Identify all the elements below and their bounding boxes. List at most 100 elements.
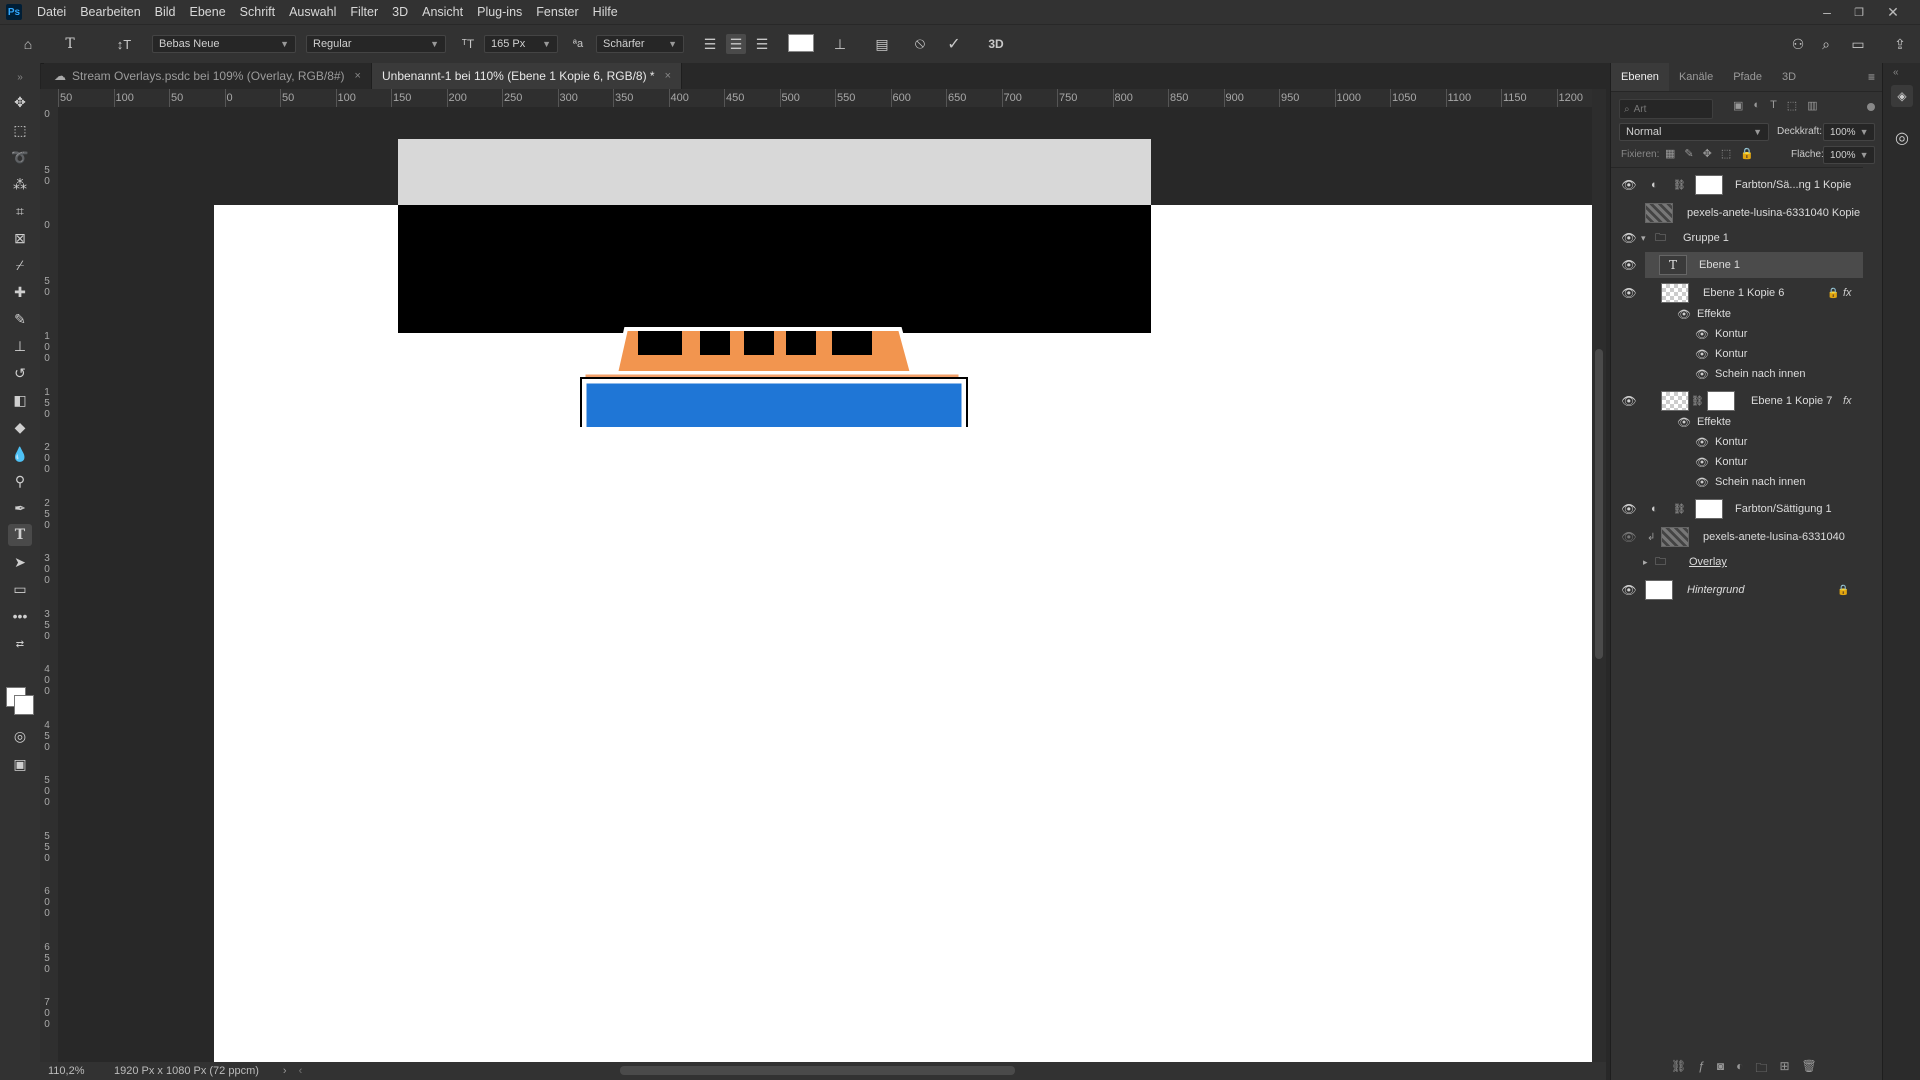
brush-tool-icon[interactable]: ✎ — [8, 308, 32, 330]
filter-adjustment-icon[interactable]: ◐ — [1753, 99, 1760, 112]
effect-row[interactable]: 👁 Kontur — [1611, 324, 1863, 344]
new-layer-icon[interactable]: ⊞ — [1779, 1059, 1789, 1080]
visibility-eye-icon[interactable]: 👁 — [1621, 258, 1637, 272]
layer-group-row[interactable]: 👁 ▾ 🗀 Gruppe 1 — [1611, 226, 1863, 250]
filter-smartobject-icon[interactable]: ▥ — [1807, 99, 1817, 112]
opacity-input[interactable]: 100% ▼ — [1823, 123, 1875, 141]
tab-ebenen[interactable]: Ebenen — [1611, 63, 1669, 91]
delete-layer-icon[interactable]: 🗑 — [1802, 1059, 1817, 1080]
chevron-down-icon[interactable]: ▾ — [1641, 233, 1646, 244]
layer-filter-input[interactable]: ⌕ Art — [1619, 99, 1713, 119]
menu-plugins[interactable]: Plug-ins — [470, 5, 529, 19]
visibility-eye-icon[interactable]: 👁 — [1695, 476, 1709, 489]
link-layers-icon[interactable]: ⛓ — [1671, 1059, 1686, 1080]
filter-toggle[interactable] — [1867, 103, 1875, 111]
menu-bild[interactable]: Bild — [148, 5, 183, 19]
menu-3d[interactable]: 3D — [385, 5, 415, 19]
share-icon[interactable]: ⚇ — [1788, 34, 1808, 54]
visibility-eye-icon[interactable]: 👁 — [1621, 502, 1637, 516]
layer-row[interactable]: 👁 Hintergrund 🔒 — [1611, 577, 1863, 603]
add-mask-icon[interactable]: ◙ — [1717, 1059, 1724, 1080]
filter-shape-icon[interactable]: ⬚ — [1787, 99, 1797, 112]
restore-icon[interactable]: ❐ — [1842, 0, 1876, 24]
tab-stream-overlays[interactable]: ☁ Stream Overlays.psdc bei 109% (Overlay… — [44, 63, 372, 89]
antialias-select[interactable]: Schärfer ▼ — [596, 35, 684, 53]
tab-3d[interactable]: 3D — [1772, 63, 1806, 91]
visibility-eye-icon[interactable]: 👁 — [1677, 308, 1691, 321]
effect-row[interactable]: 👁 Schein nach innen — [1611, 364, 1863, 384]
background-color-swatch[interactable] — [14, 695, 34, 715]
menu-hilfe[interactable]: Hilfe — [586, 5, 625, 19]
layer-row[interactable]: 👁 ◐ ⛓ Farbton/Sä...ng 1 Kopie — [1611, 172, 1863, 198]
commit-edit-icon[interactable]: ✓ — [944, 34, 964, 54]
eraser-tool-icon[interactable]: ◧ — [8, 389, 32, 411]
new-adjustment-icon[interactable]: ◐ — [1736, 1059, 1743, 1080]
tab-close-icon[interactable]: × — [355, 70, 361, 82]
3d-button[interactable]: 3D — [984, 34, 1008, 54]
scroll-left-icon[interactable]: ‹ — [299, 1065, 303, 1077]
tab-close-icon[interactable]: × — [665, 70, 671, 82]
fx-icon[interactable]: fx — [1843, 395, 1852, 407]
stamp-tool-icon[interactable]: ⊥ — [8, 335, 32, 357]
visibility-eye-icon[interactable]: 👁 — [1621, 394, 1637, 408]
lasso-tool-icon[interactable]: ➰ — [8, 146, 32, 168]
add-style-icon[interactable]: ƒ — [1698, 1059, 1705, 1080]
scroll-thumb[interactable] — [1595, 349, 1603, 659]
font-style-select[interactable]: Regular ▼ — [306, 35, 446, 53]
chevron-right-icon[interactable]: › — [283, 1065, 287, 1077]
swap-colors-icon[interactable]: ⇄ — [8, 633, 32, 655]
blur-tool-icon[interactable]: 💧 — [8, 443, 32, 465]
layer-row-selected[interactable]: 👁 T Ebene 1 — [1621, 252, 1863, 278]
visibility-eye-icon[interactable]: 👁 — [1695, 328, 1709, 341]
visibility-eye-icon[interactable]: 👁 — [1677, 416, 1691, 429]
tab-pfade[interactable]: Pfade — [1723, 63, 1772, 91]
close-icon[interactable]: ✕ — [1876, 0, 1910, 24]
align-right-icon[interactable]: ☰ — [752, 34, 772, 54]
screen-mode-icon[interactable]: ▣ — [8, 753, 32, 775]
tab-unbenannt-1[interactable]: Unbenannt-1 bei 110% (Ebene 1 Kopie 6, R… — [371, 63, 683, 89]
type-tool-preset-icon[interactable]: T — [60, 34, 80, 54]
new-group-icon[interactable]: 🗀 — [1755, 1059, 1767, 1080]
cancel-edit-icon[interactable]: ⦸ — [910, 34, 930, 54]
visibility-eye-icon[interactable]: 👁 — [1695, 456, 1709, 469]
minimize-icon[interactable]: – — [1810, 0, 1844, 24]
menu-bearbeiten[interactable]: Bearbeiten — [73, 5, 147, 19]
warp-text-icon[interactable]: ⊥ — [830, 34, 850, 54]
history-brush-tool-icon[interactable]: ↺ — [8, 362, 32, 384]
lock-artboard-icon[interactable]: ⬚ — [1721, 147, 1731, 160]
layer-row[interactable]: pexels-anete-lusina-6331040 Kopie — [1611, 200, 1863, 226]
font-family-select[interactable]: Bebas Neue ▼ — [152, 35, 296, 53]
layer-group-row[interactable]: ▸ 🗀 Overlay — [1611, 550, 1863, 574]
vertical-scrollbar[interactable] — [1592, 89, 1606, 1062]
frame-tool-icon[interactable]: ⊠ — [8, 227, 32, 249]
layer-row[interactable]: 👁 ⛓ Ebene 1 Kopie 7 fx — [1611, 388, 1863, 414]
menu-auswahl[interactable]: Auswahl — [282, 5, 343, 19]
layer-row[interactable]: 👁 ↲ pexels-anete-lusina-6331040 — [1611, 524, 1863, 550]
magic-wand-tool-icon[interactable]: ⁂ — [8, 173, 32, 195]
visibility-eye-icon[interactable]: 👁 — [1621, 231, 1637, 245]
text-orientation-icon[interactable]: ↕T — [114, 34, 134, 54]
lock-pixels-icon[interactable]: ✎ — [1684, 147, 1693, 160]
home-icon[interactable]: ⌂ — [18, 34, 38, 54]
marquee-tool-icon[interactable]: ⬚ — [8, 119, 32, 141]
menu-ebene[interactable]: Ebene — [183, 5, 233, 19]
effect-row[interactable]: 👁 Kontur — [1611, 432, 1863, 452]
canvas-area[interactable]: ☝ — [58, 107, 1592, 1062]
lock-transparency-icon[interactable]: ▦ — [1665, 147, 1675, 160]
layers-panel-icon[interactable]: ◈ — [1891, 85, 1913, 107]
visibility-eye-icon[interactable]: 👁 — [1621, 286, 1637, 300]
rectangle-tool-icon[interactable]: ▭ — [8, 578, 32, 600]
menu-fenster[interactable]: Fenster — [529, 5, 585, 19]
crop-tool-icon[interactable]: ⌗ — [8, 200, 32, 222]
healing-brush-tool-icon[interactable]: ✚ — [8, 281, 32, 303]
tab-kanaele[interactable]: Kanäle — [1669, 63, 1723, 91]
learn-panel-icon[interactable]: ◎ — [1891, 127, 1913, 149]
path-selection-tool-icon[interactable]: ➤ — [8, 551, 32, 573]
menu-ansicht[interactable]: Ansicht — [415, 5, 470, 19]
blend-mode-select[interactable]: Normal ▼ — [1619, 123, 1769, 141]
export-icon[interactable]: ⇪ — [1890, 34, 1910, 54]
eyedropper-tool-icon[interactable]: ⌿ — [8, 254, 32, 276]
lock-position-icon[interactable]: ✥ — [1703, 147, 1712, 160]
menu-filter[interactable]: Filter — [343, 5, 385, 19]
dodge-tool-icon[interactable]: ⚲ — [8, 470, 32, 492]
